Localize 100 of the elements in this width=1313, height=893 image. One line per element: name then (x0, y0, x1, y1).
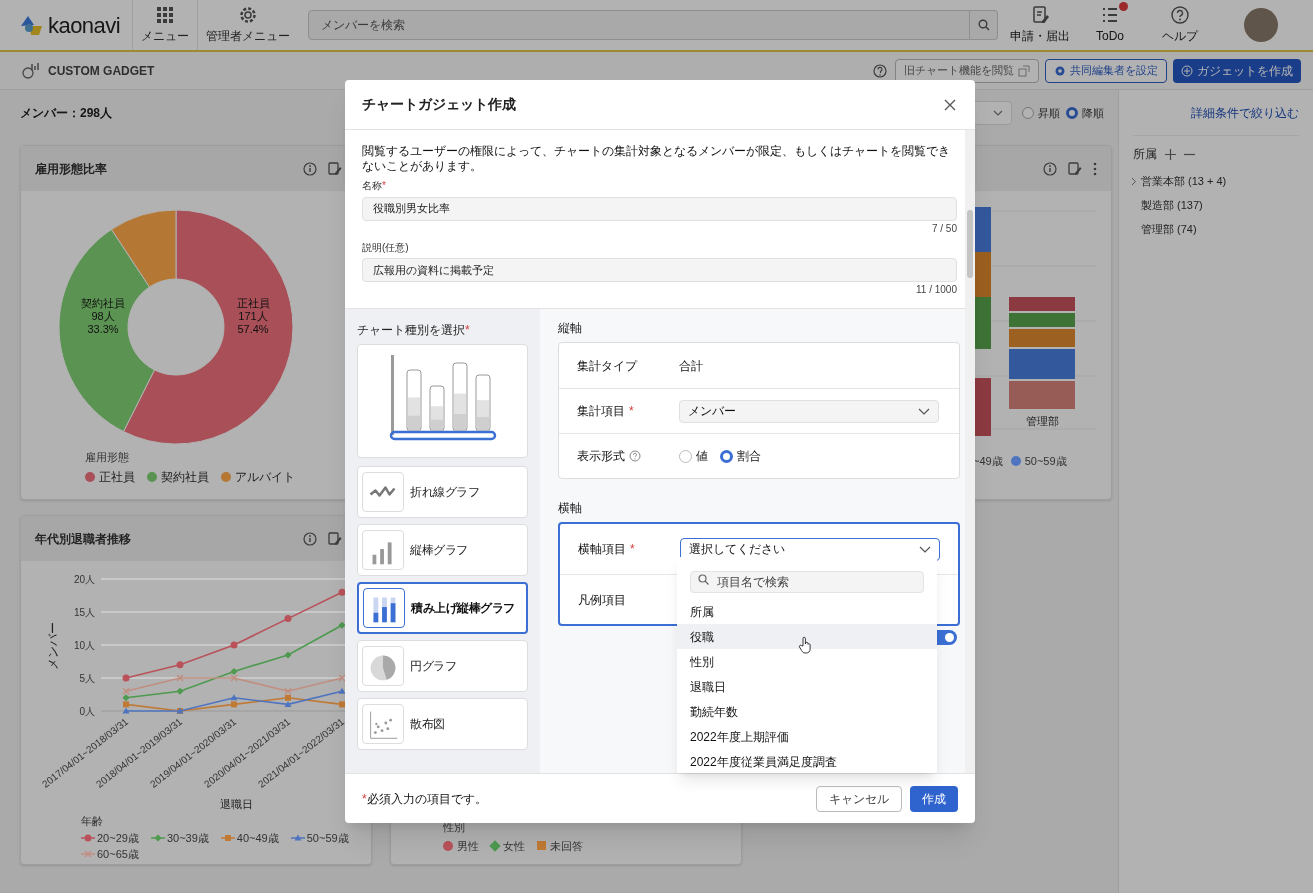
section-label: チャート種別を選択 (357, 322, 465, 339)
legend-label: 50~59歳 (1024, 454, 1067, 469)
grid-icon (155, 5, 175, 25)
display-format-radio[interactable]: 割合 (720, 447, 761, 465)
view-old-charts-button[interactable]: 旧チャート機能を閲覧 (895, 58, 1039, 83)
dropdown-option[interactable]: 2022年度従業員満足度調査 (677, 749, 937, 773)
field-label: 名称 (362, 179, 382, 193)
section-heading: 所属 (1133, 146, 1157, 163)
help-button[interactable]: ヘルプ (1146, 5, 1214, 45)
tree-item[interactable]: 営業本部 (13 + 4) (1141, 172, 1227, 190)
legend-label: 未回答 (550, 838, 583, 854)
edit-icon (1067, 160, 1083, 177)
dropdown-option[interactable]: 性別 (677, 649, 937, 674)
required-note: 必須入力の項目です。 (366, 790, 487, 808)
collaborators-button[interactable]: 共同編集者を設定 (1045, 58, 1167, 83)
chart-type-option[interactable]: 散布図 (357, 698, 528, 750)
search-field[interactable]: メンバーを検索 (308, 10, 970, 40)
chart-type-option[interactable]: 縦棒グラフ (357, 524, 528, 576)
field-label: 横軸項目 (578, 541, 626, 558)
chevron-down-icon (918, 407, 930, 415)
card-title: 雇用形態比率 (35, 160, 108, 178)
tree-item[interactable]: 製造部 (137) (1141, 196, 1203, 214)
help-icon (1170, 5, 1190, 25)
avatar[interactable] (1244, 8, 1278, 42)
dropdown-option[interactable]: 役職 (677, 624, 937, 649)
field-label: 凡例項目 (578, 591, 626, 609)
required-mark: * (465, 322, 470, 339)
legend-label: 30~39歳 (166, 830, 209, 846)
legend-marker (81, 833, 95, 842)
y-tick-label: 10人 (73, 639, 95, 651)
select-field[interactable]: メンバー (679, 399, 939, 423)
edit-icon (327, 530, 343, 547)
tree-item[interactable]: 管理部 (74) (1141, 220, 1197, 238)
legend-marker (220, 833, 235, 842)
field-label: 説明(任意) (362, 240, 409, 255)
point (122, 707, 130, 714)
slice-label: 正社員 171人 57.4% (236, 297, 270, 335)
search-icon (977, 19, 990, 31)
close-button[interactable] (944, 97, 958, 112)
chart-type-option[interactable]: 積み上げ縦棒グラフ (357, 582, 528, 634)
line-chart-icon (369, 485, 397, 499)
dropdown-option[interactable]: 勤続年数 (677, 699, 937, 724)
dropdown-option[interactable]: 2022年度上期評価 (677, 724, 937, 749)
info-icon (303, 531, 317, 546)
display-format-radio[interactable]: 値 (679, 447, 708, 465)
create-gadget-button[interactable]: ガジェットを作成 (1173, 58, 1301, 83)
info-icon (303, 161, 317, 176)
todo-button[interactable]: ToDo (1076, 5, 1144, 45)
legend-marker (81, 850, 95, 859)
required-mark: * (630, 541, 635, 558)
page-title: CUSTOM GADGET (48, 62, 155, 80)
legend-label: 正社員 (99, 468, 135, 486)
legend-label: ~49歳 (973, 454, 1003, 469)
slice-label: 契約社員 98人 33.3% (81, 297, 125, 335)
edit-icon (327, 160, 343, 177)
chevron-down-icon (919, 545, 931, 553)
required-mark: * (382, 179, 386, 193)
description-input[interactable]: 広報用の資料に掲載予定 (362, 258, 957, 282)
field-value: 合計 (679, 357, 703, 375)
search-button[interactable] (970, 10, 998, 40)
chevron-right-icon (1131, 176, 1137, 186)
field-label: 表示形式 (577, 448, 625, 465)
legend-label: 男性 (457, 838, 479, 854)
plus-circle-icon (1181, 64, 1193, 77)
dropdown-option[interactable]: 所属 (677, 599, 937, 624)
gear-icon (238, 5, 258, 25)
admin-menu-button[interactable]: 管理者メニュー (197, 0, 298, 50)
legend-label: 契約社員 (161, 468, 209, 486)
hand-cursor-icon (798, 636, 812, 654)
name-input[interactable]: 役職別男女比率 (362, 196, 957, 221)
search-icon (698, 574, 709, 585)
close-icon (944, 98, 956, 111)
filter-link[interactable]: 詳細条件で絞り込む (1191, 103, 1299, 122)
field-label: 集計タイプ (577, 357, 637, 375)
menu-button[interactable]: メニュー (132, 0, 197, 50)
form-button[interactable]: 申請・届出 (1006, 5, 1074, 45)
chart-type-option[interactable]: 円グラフ (357, 640, 528, 692)
plus-icon (1165, 148, 1176, 160)
axis-title: 退職日 (219, 798, 253, 810)
cancel-button[interactable]: キャンセル (816, 785, 902, 812)
sort-radio[interactable]: 昇順 (1022, 104, 1060, 122)
sort-radio[interactable]: 降順 (1066, 104, 1104, 122)
more-icon (1093, 161, 1097, 176)
toggle-switch[interactable] (937, 630, 957, 645)
card-title: 年代別退職者推移 (35, 530, 132, 548)
list-icon (1100, 5, 1120, 25)
gear-icon (1054, 64, 1066, 77)
axis-label: 管理部 (1025, 415, 1059, 427)
chevron-down-icon (993, 110, 1003, 116)
scrollbar[interactable] (965, 130, 975, 773)
chart-type-option[interactable]: 折れ線グラフ (357, 466, 528, 518)
required-mark: * (629, 403, 634, 420)
help-icon (873, 63, 887, 78)
member-count: メンバー：298人 (20, 105, 113, 122)
create-button[interactable]: 作成 (910, 785, 958, 812)
character-counter: 11 / 1000 (915, 283, 957, 297)
search-field[interactable]: 項目名で検索 (690, 571, 924, 593)
dialog-title: チャートガジェット作成 (362, 95, 517, 114)
legend-label: アルバイト (235, 468, 295, 486)
dropdown-option[interactable]: 退職日 (677, 674, 937, 699)
